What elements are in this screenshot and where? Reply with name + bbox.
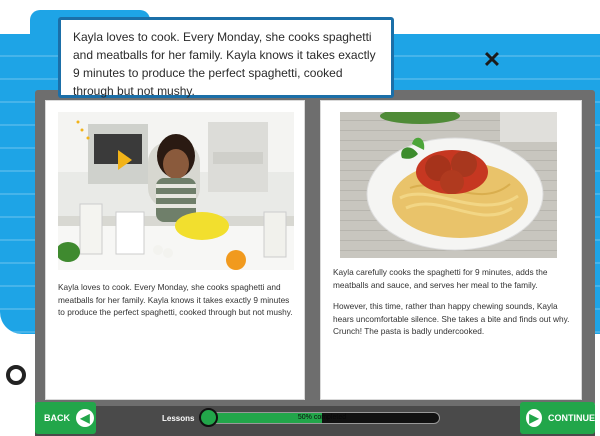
right-page-paragraph: However, this time, rather than happy ch… [333,301,570,337]
callout-text: Kayla loves to cook. Every Monday, she c… [61,20,391,98]
left-arrow-icon: ◀ [76,409,94,427]
progress-knob [199,408,218,427]
right-page-paragraph: Kayla carefully cooks the spaghetti for … [333,267,548,290]
ring-icon [6,365,26,385]
continue-button[interactable]: ▶ CONTINUE [520,402,595,434]
spaghetti-meatballs-photo [340,112,557,258]
callout-box: Kayla loves to cook. Every Monday, she c… [58,17,394,98]
progress-bar: 50% completed [204,412,440,424]
left-page: Kayla loves to cook. Every Monday, she c… [45,100,305,400]
close-icon[interactable]: ✕ [482,49,502,71]
left-page-text: Kayla loves to cook. Every Monday, she c… [58,282,293,318]
back-button-label: BACK [44,413,70,423]
back-button[interactable]: BACK ◀ [35,402,96,434]
right-arrow-icon: ▶ [526,409,542,427]
storybook: Kayla loves to cook. Every Monday, she c… [35,90,595,406]
right-page: Kayla carefully cooks the spaghetti for … [320,100,582,400]
lessons-label: Lessons [162,414,195,423]
progress-text: 50% completed [297,414,347,421]
right-page-text: Kayla carefully cooks the spaghetti for … [333,266,571,347]
girl-cooking-photo [58,112,294,270]
continue-button-label: CONTINUE [548,413,595,423]
